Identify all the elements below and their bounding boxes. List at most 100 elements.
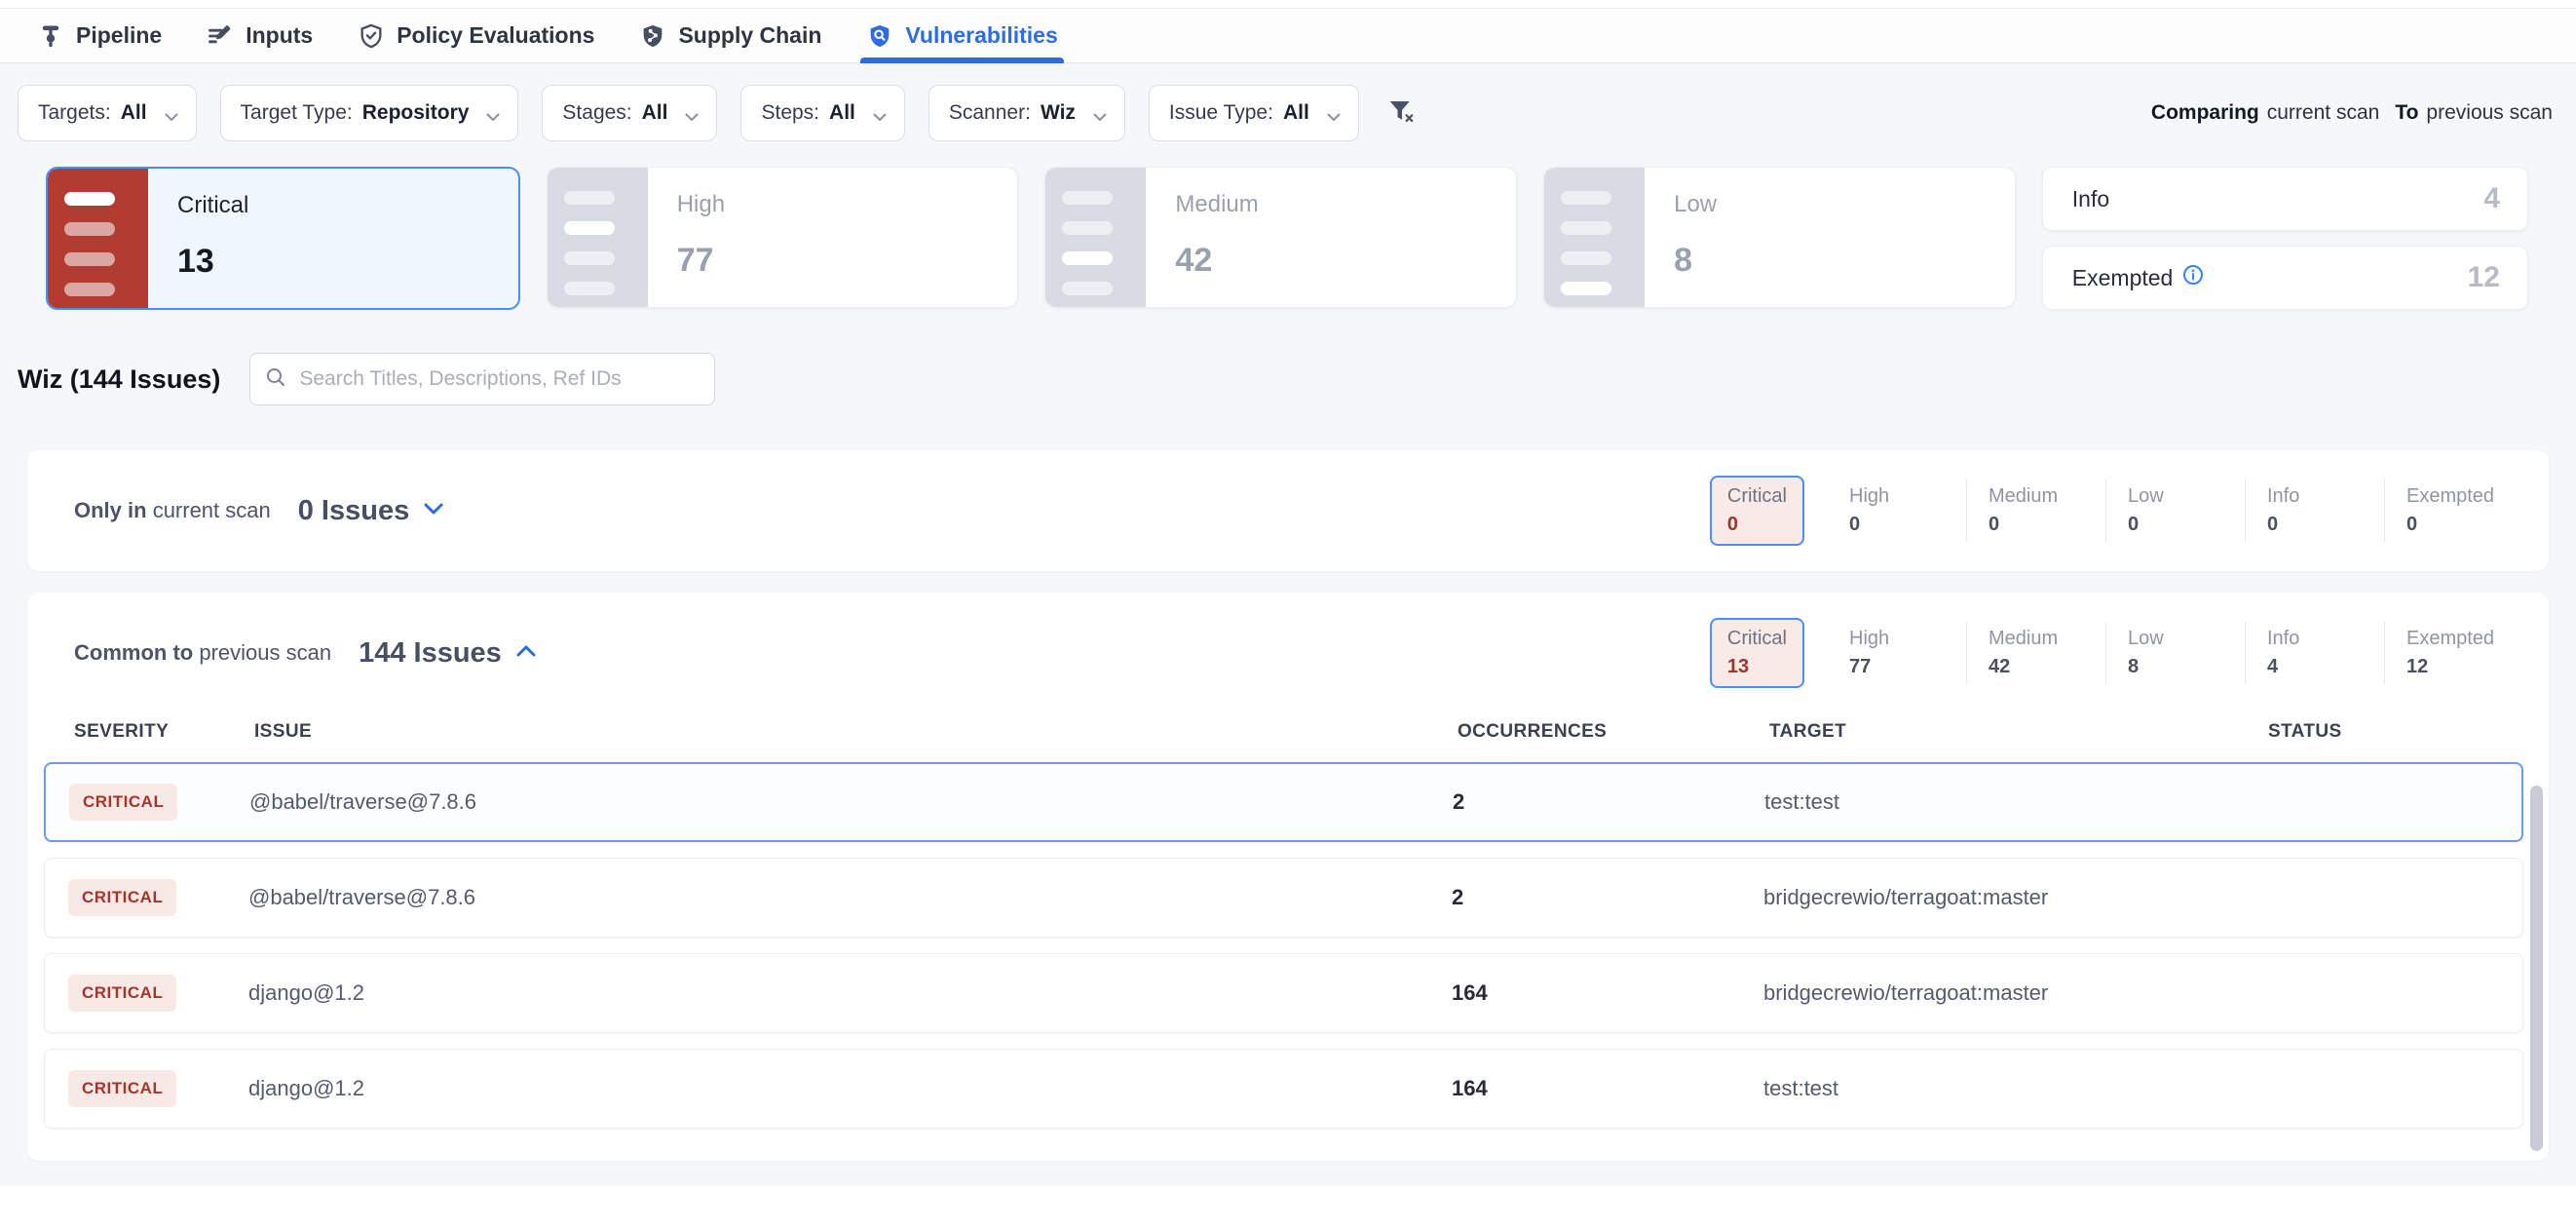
severity-chip[interactable]: Info 0 <box>2245 480 2384 542</box>
filter-dropdown[interactable]: Steps: All <box>740 85 904 141</box>
chevron-down-icon[interactable] <box>423 502 444 520</box>
tab-vulnerabilities[interactable]: Vulnerabilities <box>866 9 1057 62</box>
severity-card[interactable]: Low 8 <box>1543 167 2016 308</box>
severity-chip[interactable]: Medium 0 <box>1966 480 2105 542</box>
table-row[interactable]: CRITICAL django@1.2 164 test:test <box>44 1049 2523 1129</box>
only-in-severity-chips: Critical 0 High 0 Medium 0 Low 0 <box>1710 476 2523 546</box>
chip-count: 0 <box>1727 514 1787 536</box>
scanner-section-header: Wiz (144 Issues) <box>0 310 2576 405</box>
filter-value: Wiz <box>1041 101 1076 125</box>
severity-chip[interactable]: Low 0 <box>2105 480 2245 542</box>
filter-dropdown[interactable]: Stages: All <box>542 85 717 141</box>
severity-card-body: Critical 13 <box>148 169 248 308</box>
chip-count: 0 <box>2267 514 2384 536</box>
comparing-previous: previous scan <box>2426 101 2553 124</box>
search-icon <box>264 365 287 394</box>
severity-chip[interactable]: Critical 13 <box>1710 618 1804 688</box>
comparing-word: Comparing <box>2151 101 2259 124</box>
severity-strip-icon <box>1544 168 1645 307</box>
chip-label: High <box>1849 628 1966 650</box>
severity-chip[interactable]: Medium 42 <box>1966 622 2105 684</box>
side-card-count: 12 <box>2468 261 2500 294</box>
cell-target: test:test <box>1763 1076 2262 1101</box>
chip-label: Info <box>2267 485 2384 508</box>
severity-strip-icon <box>548 168 648 307</box>
severity-card[interactable]: Critical 13 <box>46 167 520 310</box>
severity-card[interactable]: Medium 42 <box>1044 167 1517 308</box>
severity-chip[interactable]: High 77 <box>1828 622 1966 684</box>
common-to-header: Common to previous scan 144 Issues Criti… <box>27 593 2549 688</box>
severity-strip-icon <box>48 169 148 308</box>
column-header: STATUS <box>2268 721 2523 743</box>
table-row[interactable]: CRITICAL @babel/traverse@7.8.6 2 test:te… <box>44 762 2523 842</box>
column-header: OCCURRENCES <box>1458 721 1769 743</box>
severity-card-body: Low 8 <box>1645 168 1717 307</box>
severity-chip[interactable]: Critical 0 <box>1710 476 1804 546</box>
tab-label: Pipeline <box>76 22 162 49</box>
side-card[interactable]: Exempted 12 <box>2042 246 2528 310</box>
search-box[interactable] <box>249 353 715 405</box>
chip-label: Critical <box>1727 485 1787 508</box>
clear-filters-icon[interactable] <box>1386 96 1416 131</box>
shield-search-icon <box>866 22 893 50</box>
chip-label: Exempted <box>2406 628 2523 650</box>
cell-issue: @babel/traverse@7.8.6 <box>248 885 1452 910</box>
severity-chip[interactable]: Low 8 <box>2105 622 2245 684</box>
common-to-toggle[interactable]: Common to previous scan 144 Issues <box>74 637 537 670</box>
severity-chip[interactable]: Exempted 0 <box>2384 480 2523 542</box>
common-to-count: 144 Issues <box>359 637 502 670</box>
filter-dropdown[interactable]: Target Type: Repository <box>220 85 519 141</box>
cell-target: test:test <box>1764 789 2263 815</box>
table-row[interactable]: CRITICAL django@1.2 164 bridgecrewio/ter… <box>44 953 2523 1033</box>
search-input[interactable] <box>297 366 701 392</box>
tab-policy-evaluations[interactable]: Policy Evaluations <box>358 9 594 62</box>
severity-chip[interactable]: Info 4 <box>2245 622 2384 684</box>
only-in-label-bold: Only in <box>74 498 147 522</box>
filter-dropdown[interactable]: Issue Type: All <box>1149 85 1359 141</box>
main-nav: Pipeline Inputs Policy Evaluations Suppl… <box>0 8 2576 63</box>
chip-label: Low <box>2128 628 2245 650</box>
tab-pipeline[interactable]: Pipeline <box>37 9 162 62</box>
cell-target: bridgecrewio/terragoat:master <box>1763 980 2262 1006</box>
tab-label: Inputs <box>246 22 313 49</box>
filter-label: Issue Type: <box>1169 101 1273 125</box>
filter-bar: Targets: All Target Type: Repository Sta <box>0 63 2576 141</box>
only-in-toggle[interactable]: Only in current scan 0 Issues <box>74 495 444 527</box>
filter-dropdown[interactable]: Scanner: Wiz <box>928 85 1125 141</box>
issues-table-header: SEVERITYISSUEOCCURRENCESTARGETSTATUS <box>27 688 2549 754</box>
chip-label: Low <box>2128 485 2245 508</box>
cell-severity: CRITICAL <box>69 784 249 821</box>
severity-badge: CRITICAL <box>68 1070 176 1107</box>
shield-check-icon <box>358 22 385 50</box>
severity-card-body: High 77 <box>648 168 725 307</box>
info-icon[interactable] <box>2182 264 2204 291</box>
tab-supply-chain[interactable]: Supply Chain <box>639 9 821 62</box>
tab-inputs[interactable]: Inputs <box>207 9 313 62</box>
inputs-icon <box>207 22 234 50</box>
filter-dropdown[interactable]: Targets: All <box>18 85 197 141</box>
table-scrollbar[interactable] <box>2530 786 2543 1151</box>
chip-count: 0 <box>2128 514 2245 536</box>
cell-severity: CRITICAL <box>68 1070 248 1107</box>
chip-count: 12 <box>2406 656 2523 678</box>
filter-label: Steps: <box>761 101 819 125</box>
page-content: Targets: All Target Type: Repository Sta <box>0 63 2576 1186</box>
chevron-down-icon <box>486 109 500 118</box>
severity-card[interactable]: High 77 <box>547 167 1019 308</box>
severity-card-label: Medium <box>1175 191 1258 218</box>
chip-count: 4 <box>2267 656 2384 678</box>
severity-chip[interactable]: Exempted 12 <box>2384 622 2523 684</box>
tab-label: Vulnerabilities <box>905 22 1057 49</box>
filter-label: Stages: <box>562 101 631 125</box>
cell-occurrences: 164 <box>1452 980 1763 1006</box>
filter-value: All <box>829 101 855 125</box>
severity-card-label: High <box>677 191 725 218</box>
only-in-label-rest: current scan <box>153 498 271 522</box>
side-card[interactable]: Info 4 <box>2042 167 2528 231</box>
comparing-to: To <box>2395 101 2418 124</box>
table-row[interactable]: CRITICAL @babel/traverse@7.8.6 2 bridgec… <box>44 858 2523 938</box>
chevron-up-icon[interactable] <box>515 644 537 663</box>
common-to-severity-chips: Critical 13 High 77 Medium 42 Low <box>1710 618 2523 688</box>
severity-chip[interactable]: High 0 <box>1828 480 1966 542</box>
cell-target: bridgecrewio/terragoat:master <box>1763 885 2262 910</box>
